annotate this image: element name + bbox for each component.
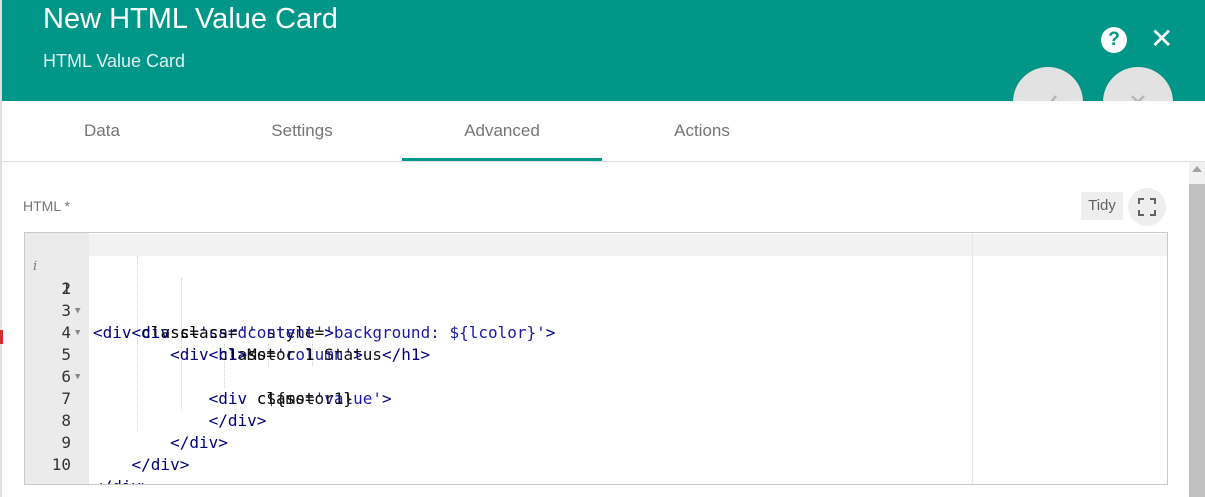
close-icon[interactable]: ✕ xyxy=(1150,23,1173,55)
line-number: 10 xyxy=(51,455,71,474)
page-edge-marker xyxy=(0,330,3,344)
tab-advanced[interactable]: Advanced xyxy=(402,101,602,161)
code-text: </div> xyxy=(93,476,151,484)
code-line: 7 </div> xyxy=(25,366,1167,430)
fullscreen-icon xyxy=(1138,198,1156,216)
dialog-title: New HTML Value Card xyxy=(43,3,338,35)
code-line: 2 ▼ <div class='content'> xyxy=(25,256,1167,342)
code-line: 10 </div> xyxy=(25,432,1167,484)
code-line: 4 <h1>Motor 1 Status</h1> xyxy=(25,300,1167,364)
html-field-label: HTML * xyxy=(23,198,70,214)
scroll-up-arrow-icon[interactable] xyxy=(1192,166,1202,172)
tab-settings[interactable]: Settings xyxy=(202,101,402,161)
tab-data[interactable]: Data xyxy=(2,101,202,161)
tab-actions[interactable]: Actions xyxy=(602,101,802,161)
scrollbar-thumb[interactable] xyxy=(1189,184,1205,497)
code-line: 3 ▼ <div class='column'> xyxy=(25,278,1167,364)
fullscreen-button[interactable] xyxy=(1128,188,1166,226)
tidy-button[interactable]: Tidy xyxy=(1081,192,1123,220)
code-line: 5 ▼ <div class='value'> xyxy=(25,322,1167,408)
dialog-subtitle: HTML Value Card xyxy=(43,51,186,71)
active-tab-indicator xyxy=(402,158,602,161)
html-code-editor[interactable]: i 1 ▼ <div class='card' style='backgroun… xyxy=(24,232,1168,485)
tab-bar: Data Settings Advanced Actions xyxy=(2,101,1205,162)
code-line: 8 </div> xyxy=(25,388,1167,452)
code-line: i 1 ▼ <div class='card' style='backgroun… xyxy=(25,234,1167,342)
code-line: 9 </div> xyxy=(25,410,1167,474)
code-line: 6 ${motor1} xyxy=(25,344,1167,408)
help-icon[interactable]: ? xyxy=(1101,27,1127,53)
code-text: </div> xyxy=(131,455,190,474)
